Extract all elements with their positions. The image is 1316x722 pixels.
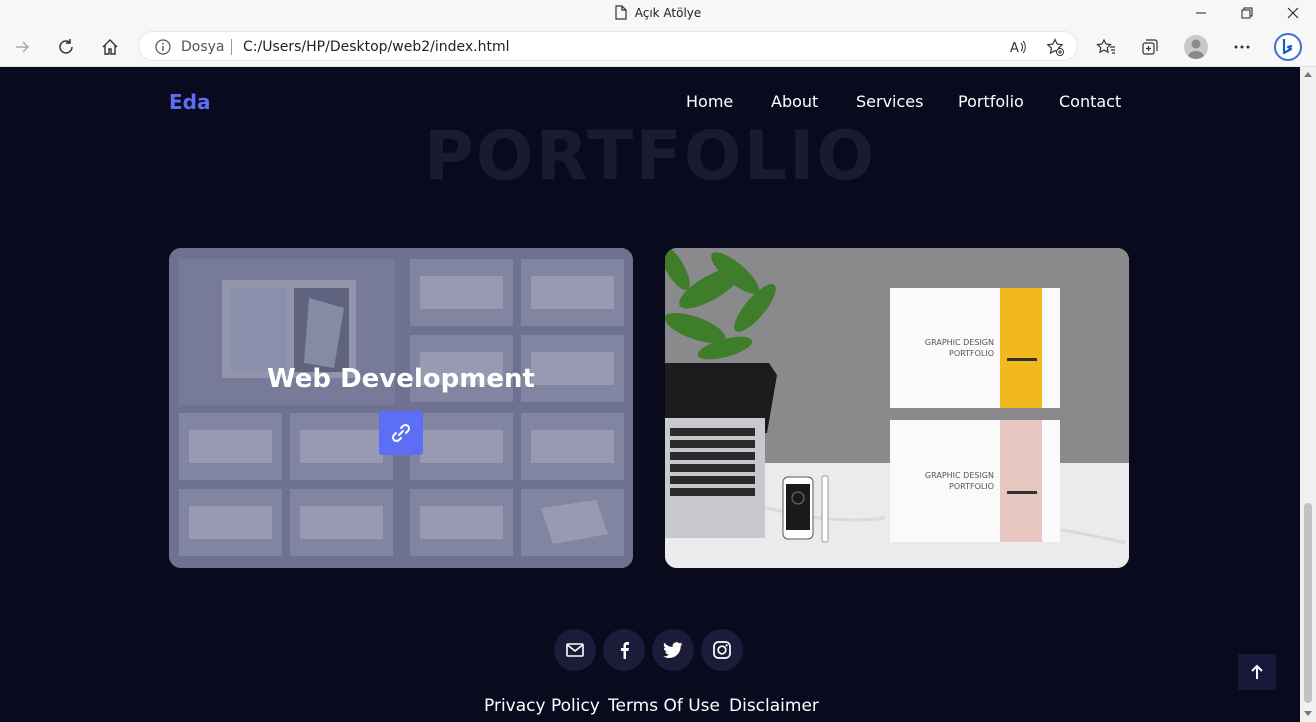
nav-portfolio[interactable]: Portfolio xyxy=(958,92,1024,111)
nav-about[interactable]: About xyxy=(771,92,818,111)
book2-line2: PORTFOLIO xyxy=(949,482,994,491)
browser-toolbar: Dosya C:/Users/HP/Desktop/web2/index.htm… xyxy=(0,26,1316,67)
forward-icon[interactable] xyxy=(9,34,35,60)
profile-avatar[interactable] xyxy=(1184,35,1208,59)
security-label[interactable]: Dosya xyxy=(181,39,225,55)
add-favorite-icon[interactable] xyxy=(1046,38,1064,56)
collections-icon[interactable] xyxy=(1137,34,1163,60)
favorites-icon[interactable] xyxy=(1093,34,1119,60)
close-icon[interactable] xyxy=(1284,4,1302,22)
page-icon xyxy=(615,5,627,20)
window-title-area: Açık Atölye xyxy=(0,5,1316,20)
restore-icon[interactable] xyxy=(1238,4,1256,22)
instagram-icon[interactable] xyxy=(701,629,743,671)
card-hover-overlay xyxy=(169,248,633,568)
refresh-icon[interactable] xyxy=(53,34,79,60)
graphic-design-desk-image: GRAPHIC DESIGN PORTFOLIO GRAPHIC DESIGN … xyxy=(665,248,1129,568)
footer-disclaimer[interactable]: Disclaimer xyxy=(729,696,819,716)
site-logo[interactable]: Eda xyxy=(169,90,210,114)
window-title: Açık Atölye xyxy=(634,6,702,20)
card-link-button[interactable] xyxy=(379,411,423,455)
minimize-icon[interactable] xyxy=(1192,4,1210,22)
book1-line2: PORTFOLIO xyxy=(949,349,994,358)
page-viewport: Eda Home About Services Portfolio Contac… xyxy=(0,67,1300,722)
nav-contact[interactable]: Contact xyxy=(1059,92,1121,111)
book2-line1: GRAPHIC DESIGN xyxy=(925,471,994,480)
section-background-title: PORTFOLIO xyxy=(423,117,877,196)
info-icon[interactable] xyxy=(155,39,171,60)
scroll-thumb[interactable] xyxy=(1304,503,1312,703)
bing-icon[interactable] xyxy=(1273,32,1303,62)
window-titlebar: Açık Atölye xyxy=(0,0,1316,26)
book1-line1: GRAPHIC DESIGN xyxy=(925,338,994,347)
card-title: Web Development xyxy=(267,364,535,394)
more-menu-icon[interactable] xyxy=(1229,34,1255,60)
footer-terms-of-use[interactable]: Terms Of Use xyxy=(608,696,720,716)
scroll-down-arrow[interactable] xyxy=(1304,711,1312,716)
mail-icon[interactable] xyxy=(554,629,596,671)
nav-services[interactable]: Services xyxy=(856,92,923,111)
address-bar[interactable]: Dosya C:/Users/HP/Desktop/web2/index.htm… xyxy=(138,31,1078,61)
address-separator xyxy=(231,39,232,55)
link-icon xyxy=(391,423,411,443)
portfolio-card-web-development[interactable]: Web Development xyxy=(169,248,633,568)
page-scrollbar[interactable] xyxy=(1300,67,1316,722)
twitter-icon[interactable] xyxy=(652,629,694,671)
portfolio-card-graphic-design[interactable]: GRAPHIC DESIGN PORTFOLIO GRAPHIC DESIGN … xyxy=(665,248,1129,568)
home-icon[interactable] xyxy=(97,34,123,60)
facebook-icon[interactable] xyxy=(603,629,645,671)
url-text[interactable]: C:/Users/HP/Desktop/web2/index.html xyxy=(243,39,510,55)
svg-text:A: A xyxy=(1010,41,1019,56)
scroll-up-arrow[interactable] xyxy=(1304,72,1312,77)
arrow-up-icon xyxy=(1251,664,1263,679)
nav-home[interactable]: Home xyxy=(686,92,733,111)
read-aloud-icon[interactable]: A xyxy=(1009,38,1027,56)
scroll-to-top-button[interactable] xyxy=(1238,654,1276,690)
footer-privacy-policy[interactable]: Privacy Policy xyxy=(484,696,600,716)
